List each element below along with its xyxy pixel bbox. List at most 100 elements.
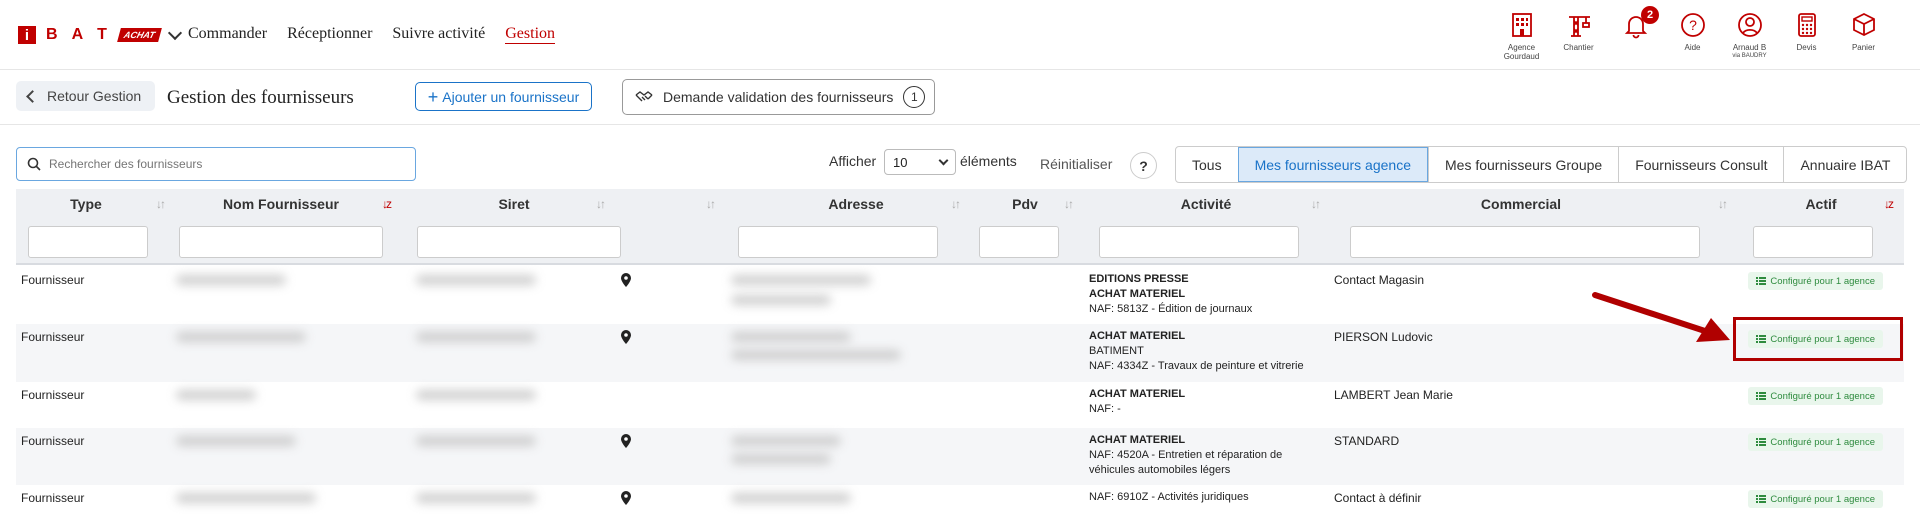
activity-tag: ACHAT MATERIEL xyxy=(1089,434,1186,446)
add-supplier-button[interactable]: + Ajouter un fournisseur xyxy=(415,82,592,111)
devis-button[interactable]: Devis xyxy=(1778,10,1835,61)
menu-receptionner[interactable]: Réceptionner xyxy=(287,25,372,44)
col-actif[interactable]: Actif xyxy=(1746,189,1896,219)
sort-icon[interactable]: ↓↑ xyxy=(1311,197,1321,211)
tab-fournisseurs-consult[interactable]: Fournisseurs Consult xyxy=(1618,147,1783,182)
status-badge[interactable]: Configuré pour 1 agence xyxy=(1748,387,1883,405)
sort-icon[interactable]: ↓↑ xyxy=(156,197,166,211)
user-via: via BAUDRY xyxy=(1732,53,1767,59)
col-adresse[interactable]: Adresse xyxy=(736,189,976,219)
aide-button[interactable]: ? Aide xyxy=(1664,10,1721,61)
sort-desc-icon[interactable]: ↓z xyxy=(382,197,392,211)
back-button[interactable]: Retour Gestion xyxy=(16,81,156,111)
sort-icon[interactable]: ↓↑ xyxy=(596,197,606,211)
row-commercial: PIERSON Ludovic xyxy=(1334,330,1433,344)
agence-button[interactable]: Agence Gourdaud xyxy=(1493,10,1550,61)
table-row[interactable]: Fournisseur NAF: 6910Z - Activités jurid… xyxy=(16,485,1904,516)
sort-desc-icon[interactable]: ↓z xyxy=(1884,197,1894,211)
annotation-arrow-icon xyxy=(1592,292,1730,342)
status-badge[interactable]: Configuré pour 1 agence xyxy=(1748,433,1883,451)
filter-siret-input[interactable] xyxy=(417,226,621,258)
row-activity: ACHAT MATERIEL BATIMENT NAF: 4334Z - Tra… xyxy=(1089,329,1304,374)
menu-gestion[interactable]: Gestion xyxy=(505,25,556,44)
search-icon xyxy=(27,157,41,171)
tab-annuaire-ibat[interactable]: Annuaire IBAT xyxy=(1783,147,1906,182)
col-type[interactable]: Type xyxy=(16,189,156,219)
row-activity: NAF: 6910Z - Activités juridiques xyxy=(1089,490,1249,505)
logo-letter: T xyxy=(97,26,107,43)
user-account-button[interactable]: Arnaud B via BAUDRY xyxy=(1721,10,1778,61)
col-nom-fournisseur[interactable]: Nom Fournisseur xyxy=(171,189,391,219)
chantier-button[interactable]: Chantier xyxy=(1550,10,1607,61)
calculator-icon xyxy=(1797,13,1816,37)
row-activity: ACHAT MATERIEL NAF: - xyxy=(1089,387,1185,417)
tab-tous[interactable]: Tous xyxy=(1176,147,1238,182)
search-input[interactable] xyxy=(49,157,389,171)
plus-icon: + xyxy=(427,86,439,107)
status-badge-label: Configuré pour 1 agence xyxy=(1770,390,1875,402)
tab-mes-fournisseurs-groupe[interactable]: Mes fournisseurs Groupe xyxy=(1428,147,1618,182)
filter-nom-input[interactable] xyxy=(179,226,383,258)
chevron-down-icon[interactable] xyxy=(167,25,182,40)
page-size-select[interactable]: 10 xyxy=(884,149,956,175)
sort-icon[interactable]: ↓↑ xyxy=(1718,197,1728,211)
redacted-name xyxy=(176,332,306,342)
status-badge[interactable]: Configuré pour 1 agence xyxy=(1748,490,1883,508)
redacted-siret xyxy=(416,436,536,446)
menu-commander[interactable]: Commander xyxy=(188,25,267,44)
row-commercial: STANDARD xyxy=(1334,434,1400,448)
search-box[interactable] xyxy=(16,147,416,181)
activity-tag: BATIMENT xyxy=(1089,345,1144,357)
col-location[interactable] xyxy=(616,189,716,219)
filter-pdv-input[interactable] xyxy=(979,226,1059,258)
table-row[interactable]: Fournisseur ACHAT MATERIEL NAF: - LAMBER… xyxy=(16,382,1904,428)
col-commercial[interactable]: Commercial xyxy=(1336,189,1706,219)
row-activity: ACHAT MATERIEL NAF: 4520A - Entretien et… xyxy=(1089,433,1282,478)
map-pin-icon[interactable] xyxy=(620,330,632,347)
activity-tag: ACHAT MATERIEL xyxy=(1089,288,1186,300)
map-pin-icon[interactable] xyxy=(620,273,632,290)
tab-mes-fournisseurs-agence[interactable]: Mes fournisseurs agence xyxy=(1237,147,1428,182)
notifications-button[interactable]: 2 xyxy=(1607,6,1664,61)
row-type: Fournisseur xyxy=(21,330,85,344)
sort-icon[interactable]: ↓↑ xyxy=(1064,197,1074,211)
map-pin-icon[interactable] xyxy=(620,434,632,451)
building-icon xyxy=(1511,13,1532,37)
help-button[interactable]: ? xyxy=(1130,152,1157,179)
panier-button[interactable]: Panier xyxy=(1835,10,1892,61)
user-icon xyxy=(1737,13,1762,37)
row-type: Fournisseur xyxy=(21,388,85,402)
col-pdv[interactable]: Pdv xyxy=(974,189,1076,219)
logo-achat-badge: ACHAT xyxy=(117,28,162,42)
table-row[interactable]: Fournisseur ACHAT MATERIEL NAF: 4520A - … xyxy=(16,428,1904,485)
col-activite[interactable]: Activité xyxy=(1086,189,1326,219)
map-pin-icon[interactable] xyxy=(620,491,632,508)
naf-code: NAF: 6910Z - Activités juridiques xyxy=(1089,491,1249,503)
filter-type-input[interactable] xyxy=(28,226,148,258)
main-menu: Commander Réceptionner Suivre activité G… xyxy=(188,25,556,44)
filter-commercial-input[interactable] xyxy=(1350,226,1700,258)
filter-actif-input[interactable] xyxy=(1753,226,1873,258)
filter-activite-input[interactable] xyxy=(1099,226,1299,258)
reset-button[interactable]: Réinitialiser xyxy=(1040,156,1112,172)
redacted-siret xyxy=(416,390,536,400)
menu-suivre-activite[interactable]: Suivre activité xyxy=(392,25,485,44)
validation-request-button[interactable]: Demande validation des fournisseurs 1 xyxy=(622,79,935,115)
redacted-address xyxy=(731,454,831,464)
top-navigation: i B A T ACHAT Commander Réceptionner Sui… xyxy=(0,0,1920,70)
redacted-address xyxy=(731,350,901,360)
filter-adresse-input[interactable] xyxy=(738,226,938,258)
sort-icon[interactable]: ↓↑ xyxy=(706,197,716,211)
logo-letter: A xyxy=(71,26,84,43)
ibat-logo[interactable]: i B A T ACHAT xyxy=(18,25,182,44)
handshake-icon xyxy=(635,91,653,102)
chantier-label: Chantier xyxy=(1563,43,1594,52)
redacted-name xyxy=(176,436,296,446)
naf-code: NAF: 5813Z - Édition de journaux xyxy=(1089,303,1253,315)
redacted-address xyxy=(731,436,841,446)
naf-code: NAF: - xyxy=(1089,403,1121,415)
sort-icon[interactable]: ↓↑ xyxy=(951,197,961,211)
col-siret[interactable]: Siret xyxy=(404,189,624,219)
naf-code: NAF: 4334Z - Travaux de peinture et vitr… xyxy=(1089,360,1304,372)
status-badge[interactable]: Configuré pour 1 agence xyxy=(1748,272,1883,290)
